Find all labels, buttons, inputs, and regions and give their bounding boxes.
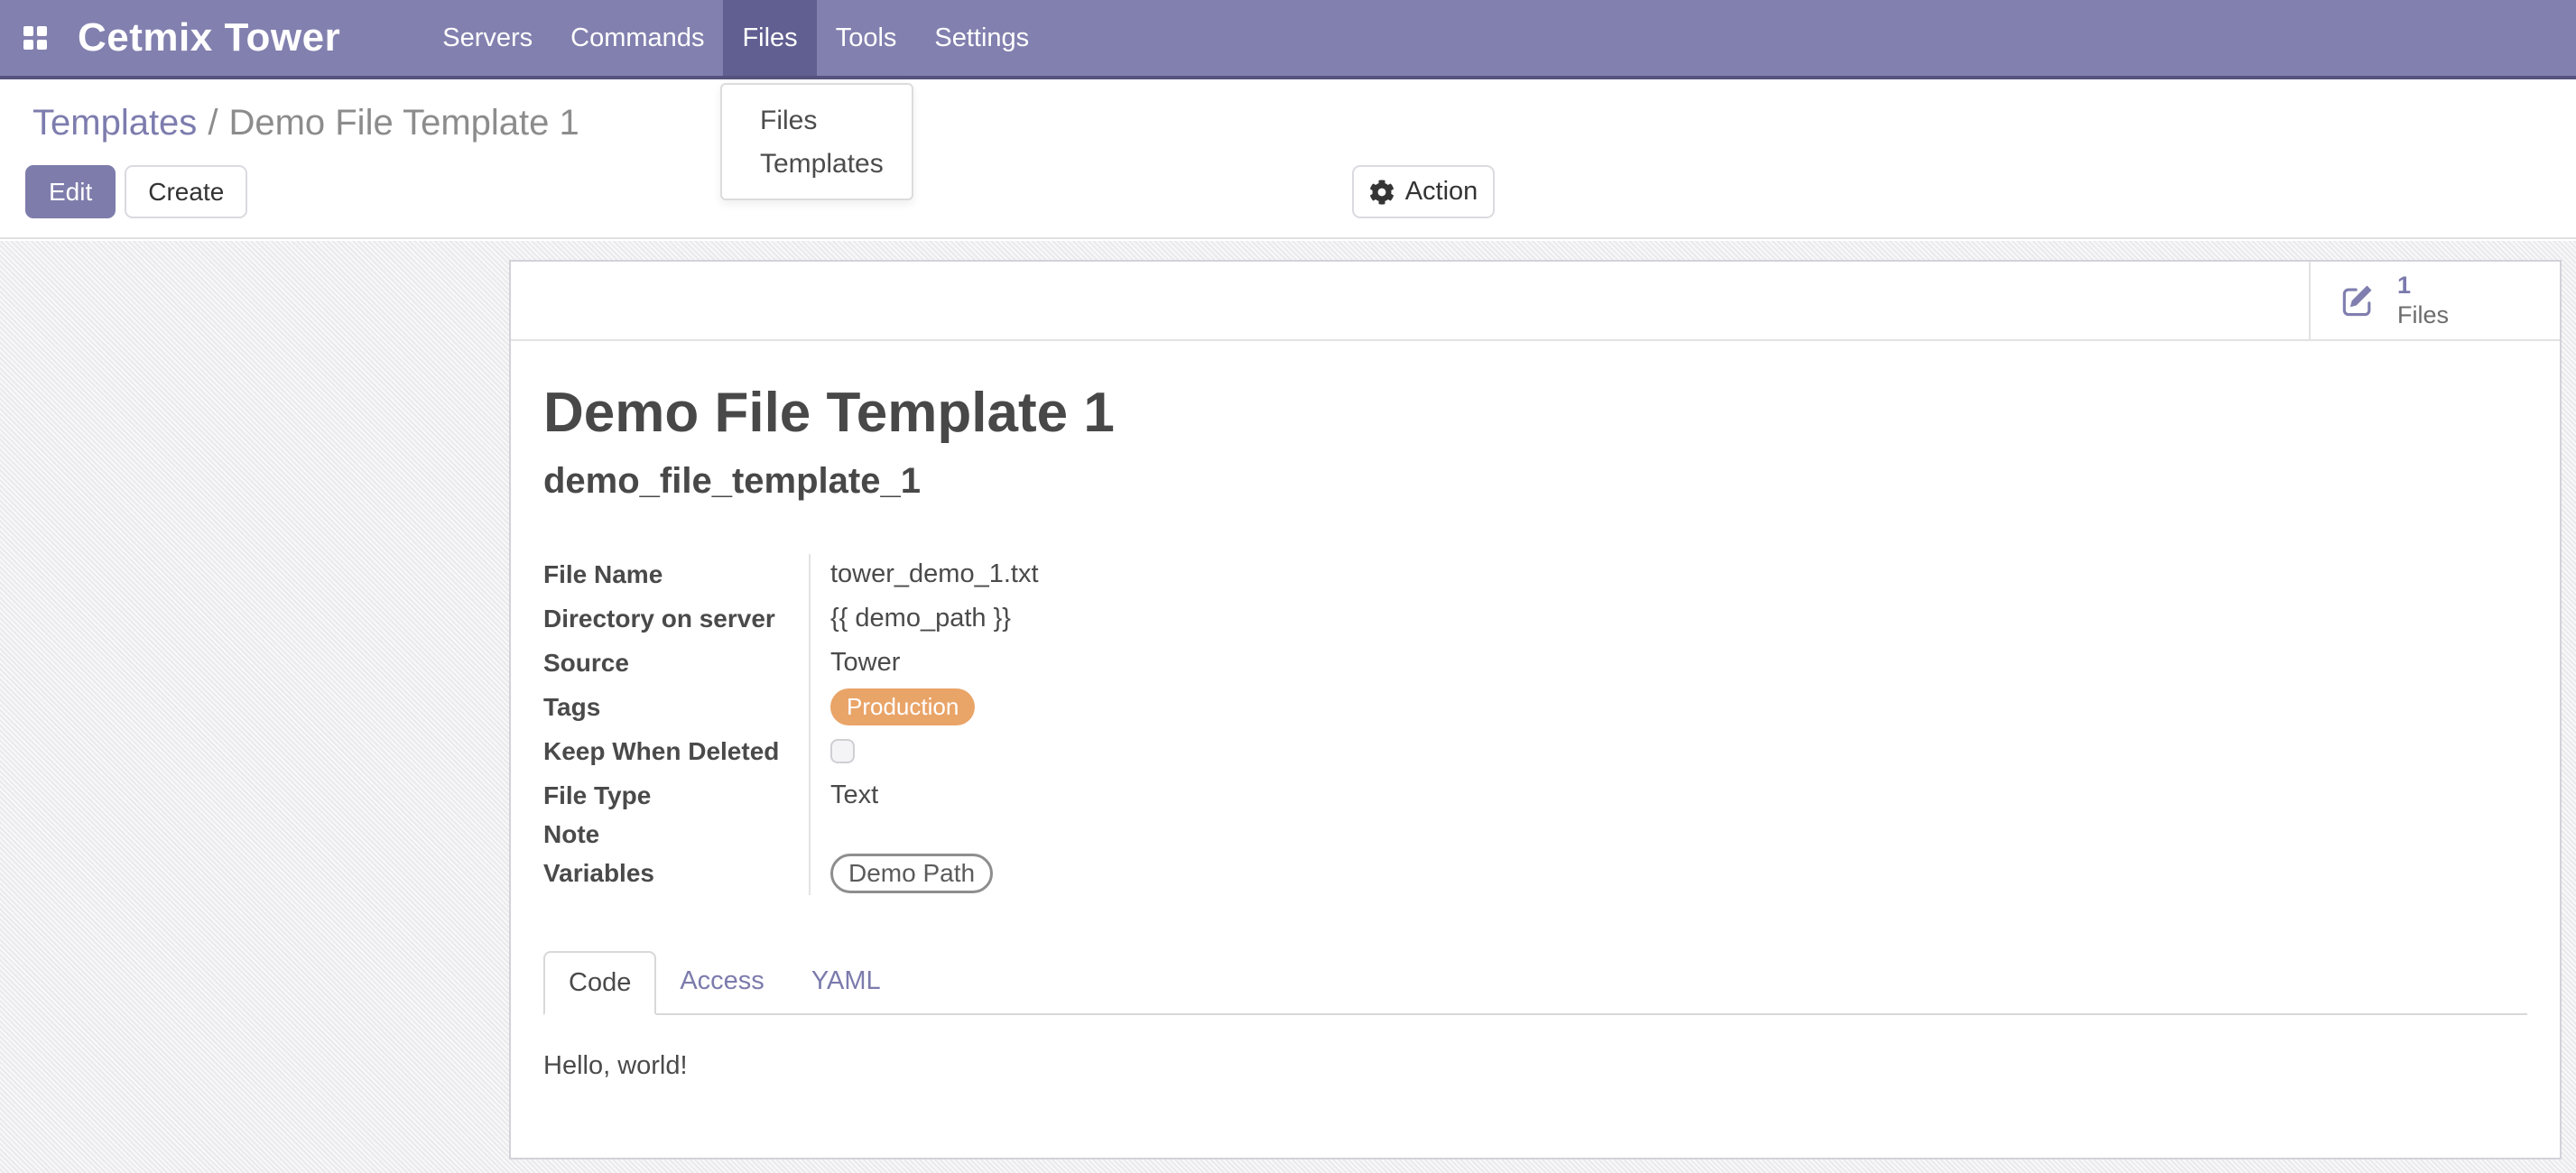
- top-navbar: Cetmix Tower Servers Commands Files Tool…: [0, 0, 2576, 79]
- field-row-file-type: File Type Text: [543, 773, 1536, 817]
- notebook-tabs: Code Access YAML: [543, 951, 2527, 1015]
- variable-pill-demo-path[interactable]: Demo Path: [830, 854, 993, 893]
- brand-title[interactable]: Cetmix Tower: [78, 15, 340, 60]
- field-label-variables: Variables: [543, 859, 809, 888]
- apps-grid-square: [37, 26, 47, 36]
- field-label-source: Source: [543, 649, 809, 678]
- field-label-keep-when-deleted: Keep When Deleted: [543, 737, 809, 766]
- nav-item-tools[interactable]: Tools: [817, 0, 916, 76]
- form-sheet: 1 Files Demo File Template 1 demo_file_t…: [509, 260, 2562, 1159]
- field-value-tags: Production: [809, 688, 975, 725]
- tag-production[interactable]: Production: [830, 688, 975, 725]
- nav-item-settings[interactable]: Settings: [915, 0, 1048, 76]
- apps-grid-icon[interactable]: [23, 26, 47, 50]
- dropdown-item-files[interactable]: Files: [722, 99, 912, 143]
- field-label-note: Note: [543, 820, 809, 849]
- files-stat-button[interactable]: 1 Files: [2309, 262, 2560, 339]
- edit-button[interactable]: Edit: [25, 165, 116, 218]
- field-value-directory: {{ demo_path }}: [809, 604, 1011, 633]
- record-reference: demo_file_template_1: [543, 461, 2527, 502]
- field-row-keep-when-deleted: Keep When Deleted: [543, 729, 1536, 773]
- nav-item-commands[interactable]: Commands: [551, 0, 723, 76]
- tab-code[interactable]: Code: [543, 951, 656, 1015]
- apps-grid-square: [23, 26, 33, 36]
- edit-file-icon: [2338, 281, 2377, 320]
- field-row-tags: Tags Production: [543, 685, 1536, 729]
- sheet-body: Demo File Template 1 demo_file_template_…: [511, 341, 2560, 1081]
- nav-item-servers[interactable]: Servers: [423, 0, 551, 76]
- action-button-label: Action: [1405, 177, 1478, 207]
- breadcrumb: Templates /Demo File Template 1: [32, 103, 579, 143]
- breadcrumb-separator: /: [208, 103, 218, 143]
- tab-yaml[interactable]: YAML: [788, 951, 904, 1013]
- main-menu: Servers Commands Files Tools Settings: [423, 0, 1048, 76]
- field-value-file-type: Text: [809, 780, 878, 810]
- field-row-directory: Directory on server {{ demo_path }}: [543, 596, 1536, 641]
- field-value-file-name: tower_demo_1.txt: [809, 559, 1039, 589]
- gear-icon: [1369, 180, 1395, 205]
- field-value-keep-when-deleted: [809, 739, 855, 763]
- record-title: Demo File Template 1: [543, 381, 2527, 445]
- action-button[interactable]: Action: [1352, 165, 1495, 218]
- apps-grid-square: [37, 40, 47, 50]
- keep-when-deleted-checkbox[interactable]: [830, 739, 855, 763]
- field-label-file-type: File Type: [543, 781, 809, 810]
- apps-grid-square: [23, 40, 33, 50]
- button-box-ribbon: 1 Files: [511, 262, 2560, 341]
- control-panel-buttons: Edit Create: [25, 165, 247, 218]
- breadcrumb-templates-link[interactable]: Templates: [32, 103, 197, 143]
- field-label-tags: Tags: [543, 693, 809, 722]
- field-group: File Name tower_demo_1.txt Directory on …: [543, 552, 1536, 895]
- field-row-note: Note: [543, 817, 1536, 851]
- breadcrumb-current: Demo File Template 1: [228, 103, 579, 143]
- dropdown-item-templates[interactable]: Templates: [722, 143, 912, 186]
- field-row-file-name: File Name tower_demo_1.txt: [543, 552, 1536, 596]
- field-label-file-name: File Name: [543, 560, 809, 589]
- create-button[interactable]: Create: [125, 165, 247, 218]
- stat-value: 1: [2397, 271, 2449, 300]
- control-panel: Templates /Demo File Template 1 Edit Crea…: [0, 79, 2576, 239]
- tab-access[interactable]: Access: [656, 951, 787, 1013]
- field-value-source: Tower: [809, 648, 900, 678]
- field-value-variables: Demo Path: [809, 854, 993, 893]
- content-area: 1 Files Demo File Template 1 demo_file_t…: [0, 241, 2576, 1173]
- nav-item-files[interactable]: Files: [723, 0, 816, 76]
- field-row-variables: Variables Demo Path: [543, 851, 1536, 895]
- code-tab-content: Hello, world!: [543, 1015, 2527, 1081]
- field-label-directory: Directory on server: [543, 605, 809, 633]
- files-dropdown-menu: Files Templates: [720, 83, 913, 200]
- field-row-source: Source Tower: [543, 641, 1536, 685]
- stat-label: Files: [2397, 300, 2449, 330]
- stat-text: 1 Files: [2397, 271, 2449, 330]
